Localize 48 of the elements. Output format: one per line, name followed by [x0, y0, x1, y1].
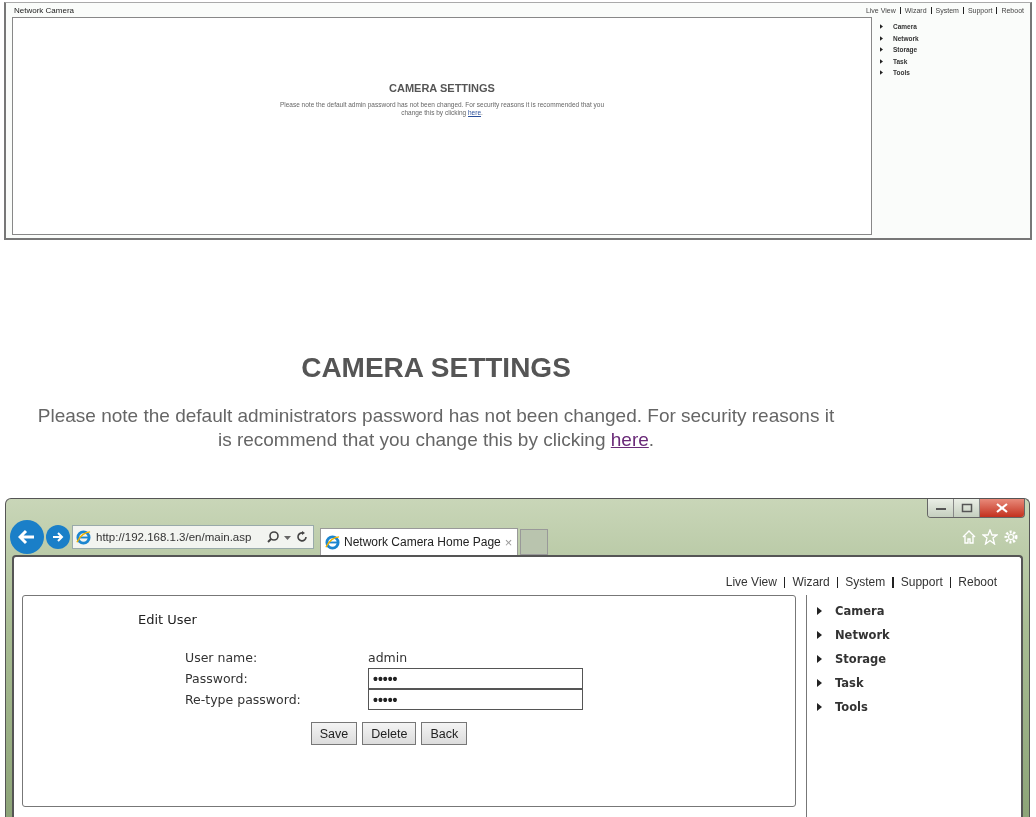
- maximize-icon: [960, 503, 973, 513]
- minimize-button[interactable]: [928, 499, 954, 517]
- refresh-icon[interactable]: [296, 531, 308, 543]
- field-label: User name:: [185, 649, 259, 667]
- nav-link[interactable]: Wizard: [792, 575, 830, 589]
- close-button[interactable]: [980, 499, 1024, 517]
- caret-icon: [817, 679, 822, 687]
- field-label: Password:: [185, 670, 249, 688]
- maximize-button[interactable]: [954, 499, 980, 517]
- caret-icon: [817, 631, 822, 639]
- menu-item[interactable]: Storage: [817, 647, 1021, 671]
- address-bar[interactable]: http://192.168.1.3/en/main.asp: [72, 525, 314, 549]
- nav-link[interactable]: Reboot: [958, 575, 997, 589]
- search-icon[interactable]: [267, 531, 279, 543]
- back-button[interactable]: [10, 520, 44, 554]
- browser-logo-icon: [325, 534, 340, 550]
- page-heading: CAMERA SETTINGS: [301, 352, 571, 384]
- password-field[interactable]: •••••: [368, 668, 583, 689]
- here-link[interactable]: here: [610, 428, 649, 450]
- tab-title: Network Camera Home Page: [344, 535, 501, 549]
- nav-link[interactable]: Support: [900, 575, 943, 589]
- notice-text: Please note the default administrators password has not been changed. For security reasons it is recommend that you change this by clicking here.: [36, 404, 836, 452]
- form-title: Edit User: [138, 612, 198, 627]
- form-button[interactable]: Delete: [362, 722, 417, 745]
- menu-item[interactable]: Camera: [817, 599, 1021, 623]
- url-text: http://192.168.1.3/en/main.asp: [96, 531, 253, 543]
- page-heading: CAMERA SETTINGS: [389, 82, 495, 94]
- back-icon: [18, 529, 36, 545]
- star-icon[interactable]: [982, 529, 998, 545]
- caret-icon: [817, 607, 822, 615]
- forward-button[interactable]: [46, 525, 70, 549]
- field-value: admin: [368, 650, 409, 665]
- forward-icon: [52, 531, 64, 543]
- menu-item[interactable]: Network: [817, 623, 1021, 647]
- site-title: Network Camera: [14, 5, 74, 15]
- nav-link[interactable]: System: [845, 575, 886, 589]
- password-field[interactable]: •••••: [368, 689, 583, 710]
- caret-icon: [817, 703, 822, 711]
- form-button[interactable]: Back: [421, 722, 468, 745]
- nav-link[interactable]: Live View: [725, 575, 777, 589]
- browser-tab[interactable]: Network Camera Home Page ×: [320, 528, 518, 555]
- menu-item[interactable]: Tools: [817, 695, 1021, 719]
- field-label: Re-type password:: [185, 691, 302, 709]
- menu-item[interactable]: Task: [817, 671, 1021, 695]
- browser-logo-icon: [76, 529, 91, 545]
- close-icon: [995, 503, 1009, 513]
- caret-icon: [817, 655, 822, 663]
- form-button[interactable]: Save: [310, 722, 358, 745]
